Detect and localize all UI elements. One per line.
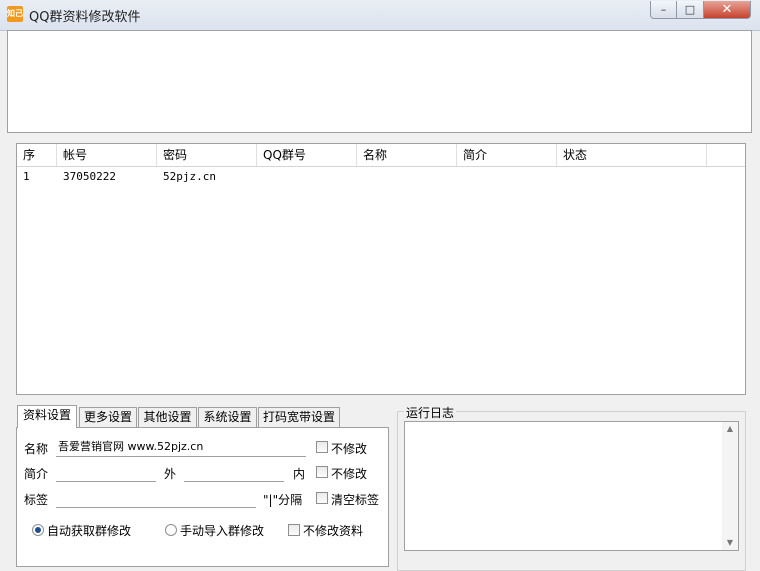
manual-mode-label: 手动导入群修改: [180, 524, 265, 538]
table-header: 序 帐号 密码 QQ群号 名称 简介 状态: [17, 144, 745, 167]
close-button[interactable]: ✕: [704, 1, 751, 19]
tag-input[interactable]: [56, 488, 256, 508]
tab-more-settings[interactable]: 更多设置: [79, 407, 137, 427]
account-table[interactable]: 序 帐号 密码 QQ群号 名称 简介 状态 1 37050222 52pjz.c…: [16, 143, 746, 395]
col-intro-header[interactable]: 简介: [457, 144, 557, 166]
app-icon: 知己: [7, 6, 23, 22]
intro-outer-input[interactable]: [56, 462, 156, 482]
intro-nochange-label: 不修改: [331, 467, 368, 481]
tab-profile-settings[interactable]: 资料设置: [17, 405, 77, 428]
top-panel: [7, 30, 752, 133]
window-title: QQ群资料修改软件: [29, 10, 141, 25]
col-group-header[interactable]: QQ群号: [257, 144, 357, 166]
intro-label: 简介: [24, 467, 49, 481]
cell-password: 52pjz.cn: [163, 170, 216, 183]
name-nochange-label: 不修改: [331, 442, 368, 456]
table-row[interactable]: 1 37050222 52pjz.cn: [17, 167, 745, 185]
auto-mode-radio[interactable]: [32, 524, 44, 536]
name-nochange-checkbox[interactable]: [316, 441, 328, 453]
manual-mode-radio[interactable]: [165, 524, 177, 536]
col-status-header[interactable]: 状态: [557, 144, 707, 166]
intro-outer-label: 外: [164, 467, 177, 481]
col-password-header[interactable]: 密码: [157, 144, 257, 166]
col-account-header[interactable]: 帐号: [57, 144, 157, 166]
minimize-button[interactable]: –: [650, 1, 677, 19]
scroll-up-icon[interactable]: ▲: [722, 422, 738, 436]
intro-inner-label: 内: [293, 467, 306, 481]
maximize-button[interactable]: □: [677, 1, 704, 19]
name-input[interactable]: 吾爱营销官网 www.52pjz.cn: [56, 437, 306, 457]
clear-tags-label: 清空标签: [331, 493, 380, 507]
clear-tags-checkbox[interactable]: [316, 492, 328, 504]
intro-nochange-checkbox[interactable]: [316, 466, 328, 478]
no-modify-profile-label: 不修改资料: [303, 524, 364, 538]
tab-captcha-settings[interactable]: 打码宽带设置: [258, 407, 340, 427]
run-log-textarea[interactable]: [404, 421, 739, 551]
col-index-header[interactable]: 序: [17, 144, 57, 166]
auto-mode-label: 自动获取群修改: [47, 524, 132, 538]
radio-selected-dot: [35, 527, 41, 533]
tab-other-settings[interactable]: 其他设置: [138, 407, 197, 427]
scroll-down-icon[interactable]: ▼: [722, 536, 738, 550]
run-log-scrollbar[interactable]: ▲ ▼: [722, 422, 738, 550]
run-log-label: 运行日志: [404, 404, 457, 421]
tab-system-settings[interactable]: 系统设置: [198, 407, 257, 427]
intro-inner-input[interactable]: [184, 462, 284, 482]
col-name-header[interactable]: 名称: [357, 144, 457, 166]
cell-index: 1: [23, 170, 30, 183]
name-label: 名称: [24, 442, 49, 456]
tag-label: 标签: [24, 493, 49, 507]
tag-separator-hint: "|"分隔: [263, 493, 303, 507]
no-modify-profile-checkbox[interactable]: [288, 524, 300, 536]
cell-account: 37050222: [63, 170, 116, 183]
